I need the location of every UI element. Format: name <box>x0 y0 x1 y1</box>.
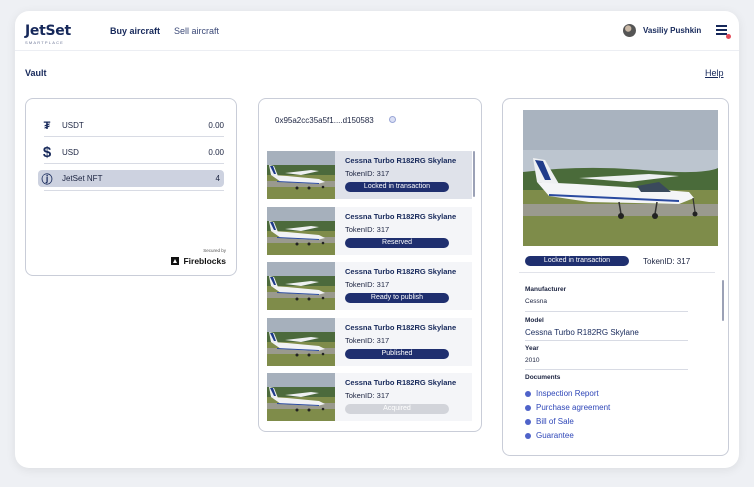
model-label: Model <box>525 317 544 324</box>
aircraft-title: Cessna Turbo R182RG Skylane <box>345 211 457 221</box>
aircraft-thumbnail <box>267 262 335 310</box>
model-value: Cessna Turbo R182RG Skylane <box>525 328 639 337</box>
divider <box>44 163 224 164</box>
hamburger-menu-icon[interactable] <box>716 25 731 39</box>
user-menu[interactable]: Vasiliy Pushkin <box>623 24 701 37</box>
tether-icon: ₮ <box>43 119 51 132</box>
divider <box>44 190 224 191</box>
logo-subtitle: SMARTPLACE <box>25 40 65 45</box>
status-badge: Acquired <box>345 404 449 414</box>
help-link[interactable]: Help <box>705 68 724 78</box>
aircraft-thumbnail <box>267 151 335 199</box>
app-window: JetSet SMARTPLACE Buy aircraft Sell airc… <box>15 11 739 468</box>
aircraft-token-id: TokenID: 317 <box>345 280 390 289</box>
status-badge: Locked in transaction <box>525 256 629 266</box>
aircraft-detail-card: Locked in transaction TokenID: 317 Manuf… <box>502 98 729 456</box>
divider <box>525 340 688 341</box>
aircraft-token-id: TokenID: 317 <box>345 391 390 400</box>
divider <box>44 136 224 137</box>
status-badge: Ready to publish <box>345 293 449 303</box>
nav-buy-aircraft[interactable]: Buy aircraft <box>110 26 160 36</box>
balance-row-jetset-nft[interactable]: ⓙ JetSet NFT 4 <box>38 170 224 187</box>
aircraft-title: Cessna Turbo R182RG Skylane <box>345 156 457 165</box>
aircraft-thumbnail <box>267 206 335 255</box>
document-link-guarantee[interactable]: Guarantee <box>525 431 574 440</box>
document-icon <box>525 432 531 439</box>
secured-by-label: Secured by <box>203 248 226 253</box>
fireblocks-logo: Fireblocks <box>171 256 226 266</box>
fireblocks-name: Fireblocks <box>183 256 226 266</box>
list-scrollbar[interactable] <box>473 151 475 197</box>
aircraft-list-card: 0x95a2cc35a5f1....d150583 Cessna Turbo R… <box>258 98 482 432</box>
year-label: Year <box>525 345 539 352</box>
aircraft-list-item[interactable]: Cessna Turbo R182RG Skylane TokenID: 317 P… <box>267 317 472 366</box>
balance-value: 0.00 <box>208 148 224 157</box>
balance-value: 0.00 <box>208 121 224 130</box>
balance-value: 4 <box>215 174 220 183</box>
balance-name: JetSet NFT <box>62 174 103 183</box>
document-link-bill-of-sale[interactable]: Bill of Sale <box>525 417 574 426</box>
aircraft-list-item[interactable]: Cessna Turbo R182RG Skylane TokenID: 317 R… <box>267 206 472 255</box>
manufacturer-value: Cessna <box>525 298 548 305</box>
manufacturer-label: Manufacturer <box>525 286 567 293</box>
copy-icon[interactable] <box>389 116 396 123</box>
divider <box>525 369 688 370</box>
documents-label: Documents <box>525 374 561 381</box>
balance-row-usdt[interactable]: ₮ USDT 0.00 <box>38 117 224 134</box>
aircraft-title: Cessna Turbo R182RG Skylane <box>345 378 457 387</box>
aircraft-token-id: TokenID: 317 <box>345 169 390 178</box>
aircraft-token-id: TokenID: 317 <box>345 335 390 345</box>
aircraft-list-item[interactable]: Cessna Turbo R182RG Skylane TokenID: 317 R… <box>267 262 472 310</box>
document-icon <box>525 418 531 425</box>
document-link-inspection-report[interactable]: Inspection Report <box>525 389 599 398</box>
status-badge: Reserved <box>345 237 449 248</box>
aircraft-title: Cessna Turbo R182RG Skylane <box>345 322 457 332</box>
balance-name: USD <box>62 148 79 157</box>
document-link-purchase-agreement[interactable]: Purchase agreement <box>525 403 610 412</box>
jetset-logo[interactable]: JetSet <box>25 23 71 39</box>
nav-sell-aircraft[interactable]: Sell aircraft <box>174 26 219 36</box>
document-icon <box>525 390 531 397</box>
divider <box>519 272 715 273</box>
aircraft-photo <box>523 110 718 246</box>
status-badge: Locked in transaction <box>345 182 449 192</box>
avatar <box>623 24 636 37</box>
token-id: TokenID: 317 <box>643 257 691 266</box>
aircraft-title: Cessna Turbo R182RG Skylane <box>345 267 457 276</box>
notification-dot <box>726 34 731 39</box>
detail-scrollbar[interactable] <box>722 280 724 321</box>
fireblocks-icon <box>171 257 180 265</box>
aircraft-list: Cessna Turbo R182RG Skylane TokenID: 317 L… <box>267 151 473 421</box>
top-header: JetSet SMARTPLACE Buy aircraft Sell airc… <box>15 11 739 51</box>
year-value: 2010 <box>525 357 540 364</box>
aircraft-list-item[interactable]: Cessna Turbo R182RG Skylane TokenID: 317 A… <box>267 373 472 421</box>
aircraft-thumbnail <box>267 373 335 421</box>
aircraft-token-id: TokenID: 317 <box>345 224 390 234</box>
page-title: Vault <box>25 68 47 78</box>
jetset-nft-icon: ⓙ <box>41 173 53 186</box>
aircraft-list-item[interactable]: Cessna Turbo R182RG Skylane TokenID: 317 L… <box>267 151 472 199</box>
document-icon <box>525 404 531 411</box>
balances-card: ₮ USDT 0.00 $ USD 0.00 ⓙ JetSet NFT 4 Se… <box>25 98 237 276</box>
aircraft-thumbnail <box>267 317 335 366</box>
balance-name: USDT <box>62 121 84 130</box>
balance-row-usd[interactable]: $ USD 0.00 <box>38 144 224 161</box>
dollar-icon: $ <box>42 144 52 161</box>
divider <box>525 311 688 312</box>
status-badge: Published <box>345 348 449 359</box>
user-name: Vasiliy Pushkin <box>643 26 702 35</box>
wallet-address: 0x95a2cc35a5f1....d150583 <box>275 116 374 125</box>
